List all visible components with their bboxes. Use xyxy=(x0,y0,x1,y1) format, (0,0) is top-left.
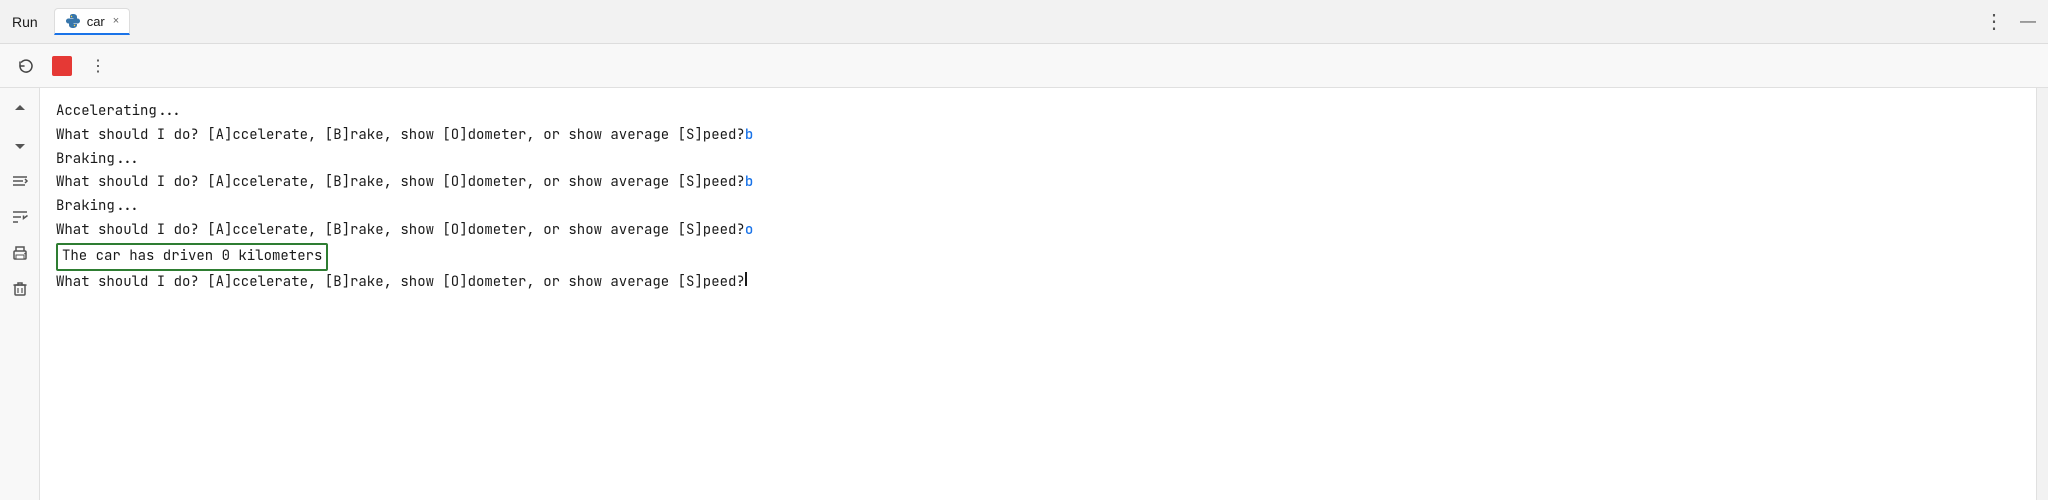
list-item: Braking... xyxy=(56,148,2016,172)
stop-button[interactable] xyxy=(52,56,72,76)
list-item: What should I do? [A]ccelerate, [B]rake,… xyxy=(56,124,2016,148)
more-button[interactable]: ⋮ xyxy=(84,52,112,80)
user-input: b xyxy=(745,171,753,195)
list-item: Accelerating... xyxy=(56,100,2016,124)
list-item: The car has driven 0 kilometers xyxy=(56,243,2016,271)
output-text: Braking... xyxy=(56,148,140,172)
right-scrollbar[interactable] xyxy=(2036,88,2048,500)
scroll-down-icon[interactable] xyxy=(9,134,31,156)
left-sidebar xyxy=(0,88,40,500)
highlighted-output: The car has driven 0 kilometers xyxy=(56,243,328,271)
output-text: Accelerating... xyxy=(56,100,182,124)
print-icon[interactable] xyxy=(9,242,31,264)
title-bar-actions: ⋮ — xyxy=(1984,9,2036,34)
scroll-up-icon[interactable] xyxy=(9,98,31,120)
list-item: What should I do? [A]ccelerate, [B]rake,… xyxy=(56,219,2016,243)
run-label: Run xyxy=(12,14,38,30)
list-item: What should I do? [A]ccelerate, [B]rake,… xyxy=(56,171,2016,195)
toolbar: ⋮ xyxy=(0,44,2048,88)
input-cursor xyxy=(745,272,747,286)
main-area: Accelerating... What should I do? [A]cce… xyxy=(0,88,2048,500)
tab-close-button[interactable]: × xyxy=(113,15,119,27)
more-icon: ⋮ xyxy=(90,56,106,76)
python-icon xyxy=(65,13,81,29)
output-text: What should I do? [A]ccelerate, [B]rake,… xyxy=(56,271,745,295)
trash-icon[interactable] xyxy=(9,278,31,300)
wrap-lines-icon[interactable] xyxy=(9,170,31,192)
tab-car[interactable]: car × xyxy=(54,8,131,35)
minimize-icon[interactable]: — xyxy=(2020,13,2036,31)
user-input: o xyxy=(745,219,753,243)
console-output: Accelerating... What should I do? [A]cce… xyxy=(40,88,2036,500)
tab-name: car xyxy=(87,14,105,29)
title-bar: Run car × ⋮ — xyxy=(0,0,2048,44)
sort-icon[interactable] xyxy=(9,206,31,228)
output-text: What should I do? [A]ccelerate, [B]rake,… xyxy=(56,124,745,148)
output-text: Braking... xyxy=(56,195,140,219)
more-options-icon[interactable]: ⋮ xyxy=(1984,9,2004,34)
output-text: What should I do? [A]ccelerate, [B]rake,… xyxy=(56,219,745,243)
rerun-icon xyxy=(17,57,35,75)
rerun-button[interactable] xyxy=(12,52,40,80)
list-item: Braking... xyxy=(56,195,2016,219)
list-item: What should I do? [A]ccelerate, [B]rake,… xyxy=(56,271,2016,295)
output-text: What should I do? [A]ccelerate, [B]rake,… xyxy=(56,171,745,195)
user-input: b xyxy=(745,124,753,148)
